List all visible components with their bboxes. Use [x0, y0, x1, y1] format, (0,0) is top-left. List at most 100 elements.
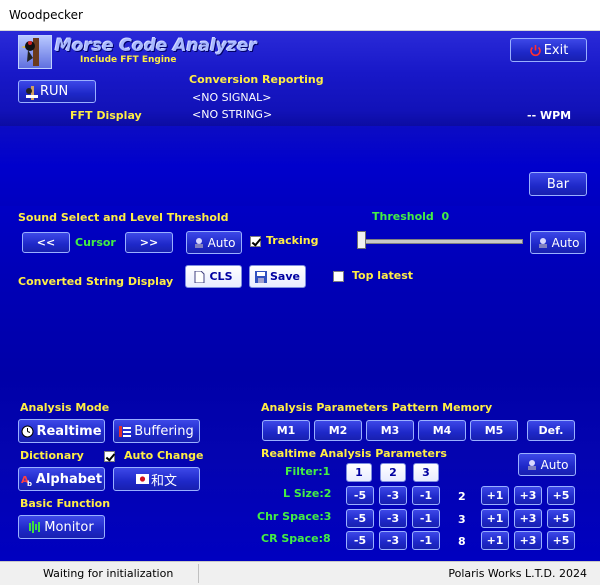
params-auto-button[interactable]: Auto — [518, 453, 576, 476]
chr-space-label: Chr Space:3 — [257, 510, 332, 523]
cls-label: CLS — [209, 270, 233, 283]
chr-space-inc-5[interactable]: +5 — [547, 509, 575, 528]
string-status: <NO STRING> — [192, 108, 273, 121]
threshold-auto-icon — [537, 237, 549, 249]
cr-space-dec-3[interactable]: -3 — [379, 531, 407, 550]
filter-option-2[interactable]: 2 — [380, 463, 406, 482]
app-name: Morse Code Analyzer — [55, 36, 257, 56]
buffering-label: Buffering — [134, 423, 194, 439]
save-icon — [255, 270, 267, 283]
dictionary-title: Dictionary — [20, 449, 84, 462]
cr-space-inc-1[interactable]: +1 — [481, 531, 509, 550]
window-title: Woodpecker — [9, 8, 83, 22]
threshold-value: 0 — [441, 210, 450, 223]
chr-space-dec-1[interactable]: -1 — [412, 509, 440, 528]
filter-option-3[interactable]: 3 — [413, 463, 439, 482]
bar-label: Bar — [546, 176, 570, 192]
wpm-readout: -- WPM — [527, 109, 572, 122]
fft-display-area — [0, 126, 600, 206]
chr-space-dec-3[interactable]: -3 — [379, 509, 407, 528]
tracking-checkbox[interactable] — [250, 236, 261, 247]
bar-button[interactable]: Bar — [529, 172, 587, 196]
cr-space-dec-5[interactable]: -5 — [346, 531, 374, 550]
l-size-dec-1[interactable]: -1 — [412, 486, 440, 505]
threshold-slider[interactable] — [357, 231, 523, 251]
speaker-icon — [29, 521, 41, 533]
memory-slot-m1[interactable]: M1 — [262, 420, 310, 441]
analysis-mode-title: Analysis Mode — [20, 401, 110, 414]
l-size-label: L Size:2 — [283, 487, 332, 500]
conversion-reporting-title: Conversion Reporting — [189, 73, 324, 86]
save-label: Save — [270, 270, 300, 283]
exit-label: Exit — [543, 42, 569, 58]
memory-slot-m5[interactable]: M5 — [470, 420, 518, 441]
threshold-auto-button[interactable]: Auto — [530, 231, 586, 254]
cursor-prev-button[interactable]: << — [22, 232, 70, 253]
exit-button[interactable]: Exit — [510, 38, 587, 62]
japanese-button[interactable]: 和文 — [113, 467, 200, 491]
tracking-label: Tracking — [266, 234, 319, 247]
chr-space-dec-5[interactable]: -5 — [346, 509, 374, 528]
params-auto-icon — [526, 459, 538, 471]
woodpecker-logo-icon — [18, 35, 52, 69]
cls-button[interactable]: CLS — [185, 265, 242, 288]
cr-space-inc-5[interactable]: +5 — [547, 531, 575, 550]
l-size-dec-3[interactable]: -3 — [379, 486, 407, 505]
cr-space-value: 8 — [458, 535, 466, 548]
status-separator — [198, 564, 199, 583]
status-copyright: Polaris Works L.T.D. 2024 — [448, 567, 587, 580]
sound-select-title: Sound Select and Level Threshold — [18, 211, 229, 224]
threshold-label-text: Threshold — [372, 210, 434, 223]
cr-space-label: CR Space:8 — [261, 532, 331, 545]
l-size-inc-3[interactable]: +3 — [514, 486, 542, 505]
memory-slot-m4[interactable]: M4 — [418, 420, 466, 441]
chr-space-value: 3 — [458, 513, 466, 526]
monitor-button[interactable]: Monitor — [18, 515, 105, 539]
slider-thumb[interactable] — [357, 231, 366, 249]
run-label: RUN — [40, 84, 69, 99]
top-latest-checkbox[interactable] — [333, 271, 344, 282]
realtime-button[interactable]: Realtime — [18, 419, 105, 443]
filter-option-1[interactable]: 1 — [346, 463, 372, 482]
buffer-icon — [119, 425, 132, 437]
l-size-dec-5[interactable]: -5 — [346, 486, 374, 505]
pattern-memory-title: Analysis Parameters Pattern Memory — [261, 401, 493, 414]
memory-slot-m2[interactable]: M2 — [314, 420, 362, 441]
auto-change-checkbox[interactable] — [104, 451, 115, 462]
threshold-auto-label: Auto — [551, 235, 580, 250]
power-icon — [529, 44, 541, 57]
realtime-label: Realtime — [36, 423, 102, 439]
signal-status: <NO SIGNAL> — [192, 91, 272, 104]
l-size-value: 2 — [458, 490, 466, 503]
monitor-label: Monitor — [44, 519, 94, 535]
status-message: Waiting for initialization — [43, 567, 174, 580]
title-bar: Woodpecker — [0, 0, 600, 31]
converted-string-title: Converted String Display — [18, 275, 174, 288]
status-bar: Waiting for initialization Polaris Works… — [0, 561, 600, 585]
cursor-auto-button[interactable]: Auto — [186, 231, 242, 254]
svg-text:b: b — [27, 480, 32, 486]
app-subtitle: Include FFT Engine — [80, 55, 177, 65]
cr-space-dec-1[interactable]: -1 — [412, 531, 440, 550]
l-size-inc-5[interactable]: +5 — [547, 486, 575, 505]
chr-space-inc-3[interactable]: +3 — [514, 509, 542, 528]
top-latest-label: Top latest — [352, 269, 414, 282]
run-button[interactable]: RUN — [18, 80, 96, 103]
clock-icon — [21, 425, 34, 438]
buffering-button[interactable]: Buffering — [113, 419, 200, 443]
slider-track — [359, 239, 523, 244]
cursor-next-button[interactable]: >> — [125, 232, 173, 253]
memory-slot-default[interactable]: Def. — [527, 420, 575, 441]
cursor-auto-label: Auto — [207, 235, 236, 250]
threshold-label: Threshold 0 — [372, 210, 449, 223]
document-icon — [194, 270, 206, 283]
cr-space-inc-3[interactable]: +3 — [514, 531, 542, 550]
l-size-inc-1[interactable]: +1 — [481, 486, 509, 505]
chr-space-inc-1[interactable]: +1 — [481, 509, 509, 528]
save-button[interactable]: Save — [249, 265, 306, 288]
params-auto-label: Auto — [540, 457, 569, 472]
auto-icon — [193, 237, 205, 249]
alphabet-button[interactable]: Ab Alphabet — [18, 467, 105, 491]
memory-slot-m3[interactable]: M3 — [366, 420, 414, 441]
alphabet-icon: Ab — [21, 473, 33, 488]
